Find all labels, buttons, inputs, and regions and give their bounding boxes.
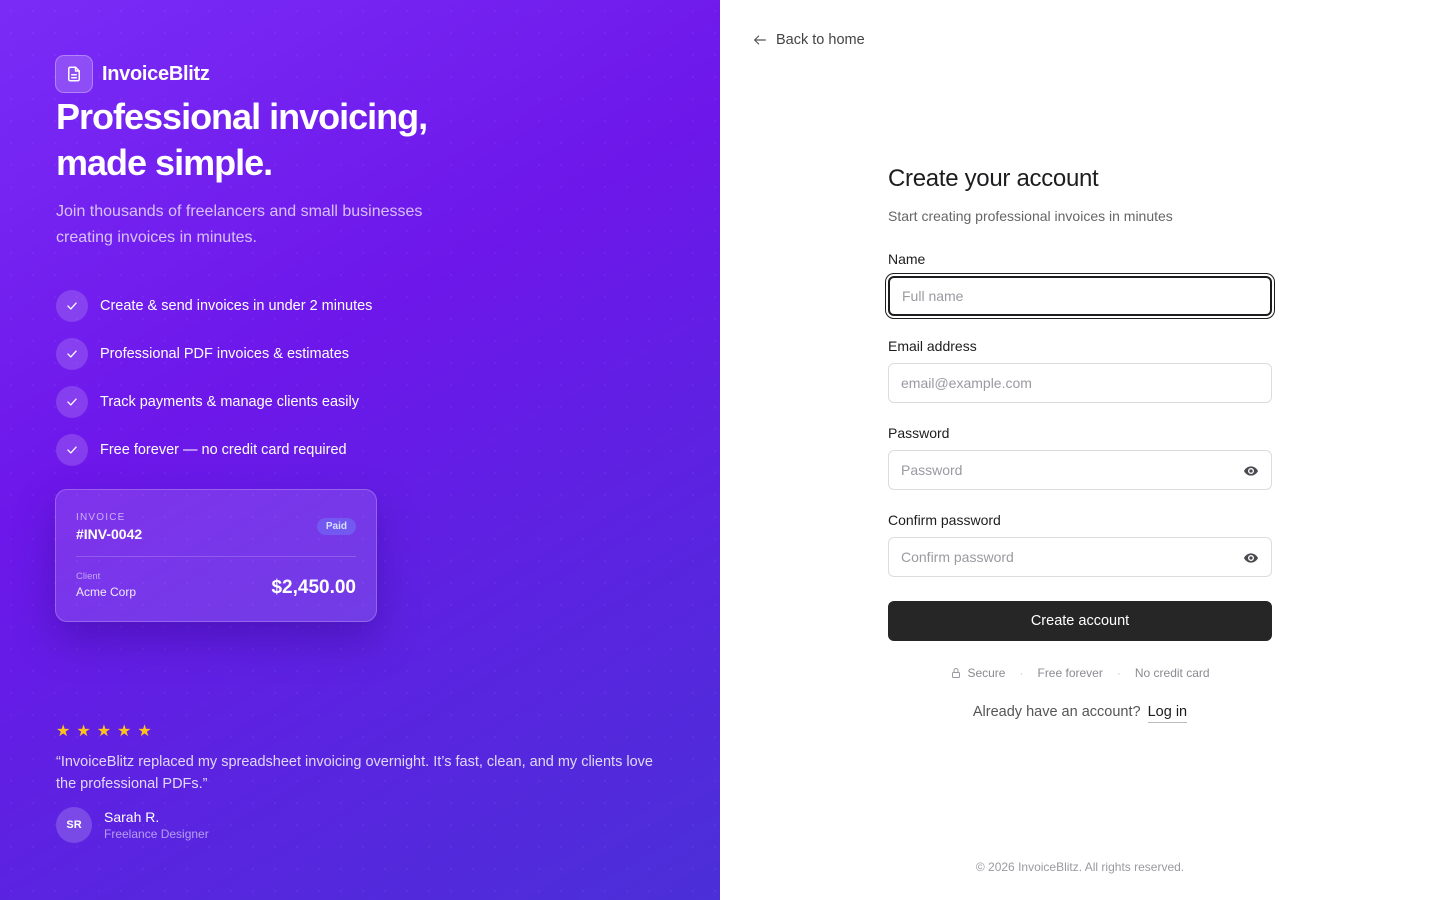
trust-indicators: Secure · Free forever · No credit card: [888, 666, 1272, 680]
client-label: Client: [76, 571, 101, 582]
trust-secure-text: Secure: [967, 666, 1006, 680]
hero-headline: Professional invoicing, made simple.: [56, 96, 428, 183]
confirm-password-input-wrapper: [888, 537, 1272, 577]
document-icon: [55, 55, 93, 93]
login-prompt: Already have an account? Log in: [888, 704, 1272, 723]
star-icon: ★: [96, 723, 112, 740]
login-prompt-text: Already have an account?: [972, 704, 1141, 720]
email-field-group: Email address: [888, 338, 1272, 403]
feature-item: Professional PDF invoices & estimates: [56, 330, 372, 378]
create-account-button[interactable]: Create account: [888, 601, 1272, 641]
feature-text: Professional PDF invoices & estimates: [100, 346, 350, 362]
feature-text: Free forever — no credit card required: [100, 442, 347, 458]
email-label: Email address: [888, 338, 977, 354]
star-icon: ★: [56, 723, 71, 740]
trust-secure: Secure: [950, 666, 1005, 680]
brand-name: InvoiceBlitz: [102, 62, 210, 85]
footer-copyright: © 2026 InvoiceBlitz. All rights reserved…: [975, 860, 1185, 874]
back-label: Back to home: [776, 32, 865, 48]
check-icon: [56, 386, 88, 418]
name-label: Name: [888, 251, 926, 267]
back-to-home-link[interactable]: Back to home: [752, 32, 865, 48]
check-icon: [56, 290, 88, 322]
testimonial-quote: “InvoiceBlitz replaced my spreadsheet in…: [56, 754, 653, 792]
client-name: Acme Corp: [76, 585, 137, 599]
lock-icon: [952, 668, 961, 678]
star-icon: ★: [117, 723, 132, 740]
form-subtitle: Start creating professional invoices in …: [888, 208, 1173, 224]
name-field-group: Name: [888, 251, 1272, 316]
name-input-wrapper: [888, 276, 1272, 316]
feature-item: Create & send invoices in under 2 minute…: [56, 282, 372, 330]
email-input-wrapper: [888, 363, 1272, 403]
form-title: Create your account: [888, 165, 1099, 192]
arrow-left-icon: [754, 35, 766, 45]
brand: InvoiceBlitz: [55, 55, 210, 93]
author-role: Freelance Designer: [104, 827, 209, 841]
author-name: Sarah R.: [104, 809, 160, 825]
email-input[interactable]: [889, 364, 1271, 402]
invoice-kicker: INVOICE: [76, 512, 126, 523]
status-badge: Paid: [316, 518, 356, 535]
confirm-password-input[interactable]: [889, 538, 1271, 576]
confirm-password-field-group: Confirm password: [888, 512, 1272, 577]
eye-icon[interactable]: [1243, 463, 1259, 479]
hero-subtitle: Join thousands of freelancers and small …: [56, 203, 423, 246]
star-icon: ★: [76, 723, 91, 740]
login-link[interactable]: Log in: [1147, 704, 1188, 723]
name-input[interactable]: [890, 278, 1270, 314]
check-icon: [56, 434, 88, 466]
rating-stars: ★ ★ ★ ★ ★: [56, 721, 152, 741]
feature-text: Create & send invoices in under 2 minute…: [100, 298, 373, 314]
feature-item: Free forever — no credit card required: [56, 426, 372, 474]
invoice-preview-card: INVOICE #INV-0042 Paid Client Acme Corp …: [55, 489, 377, 622]
avatar: SR: [56, 807, 92, 843]
password-input-wrapper: [888, 450, 1272, 490]
feature-list: Create & send invoices in under 2 minute…: [56, 282, 372, 474]
password-field-group: Password: [888, 425, 1272, 490]
feature-item: Track payments & manage clients easily: [56, 378, 372, 426]
signup-form: Create your account Start creating profe…: [888, 165, 1272, 723]
trust-free: Free forever: [1037, 666, 1103, 680]
separator: ·: [1116, 666, 1121, 680]
promo-panel: InvoiceBlitz Professional invoicing, mad…: [0, 0, 720, 900]
password-input[interactable]: [889, 451, 1271, 489]
invoice-amount: $2,450.00: [271, 577, 356, 598]
password-label: Password: [888, 425, 950, 441]
confirm-password-label: Confirm password: [888, 512, 1001, 528]
check-icon: [56, 338, 88, 370]
separator: ·: [1019, 666, 1024, 680]
testimonial-author: SR Sarah R. Freelance Designer: [56, 807, 209, 843]
invoice-number: #INV-0042: [76, 526, 143, 542]
eye-icon[interactable]: [1243, 550, 1259, 566]
signup-panel: Back to home Create your account Start c…: [720, 0, 1440, 900]
trust-no-card: No credit card: [1134, 666, 1210, 680]
star-icon: ★: [137, 723, 152, 740]
feature-text: Track payments & manage clients easily: [100, 394, 359, 410]
